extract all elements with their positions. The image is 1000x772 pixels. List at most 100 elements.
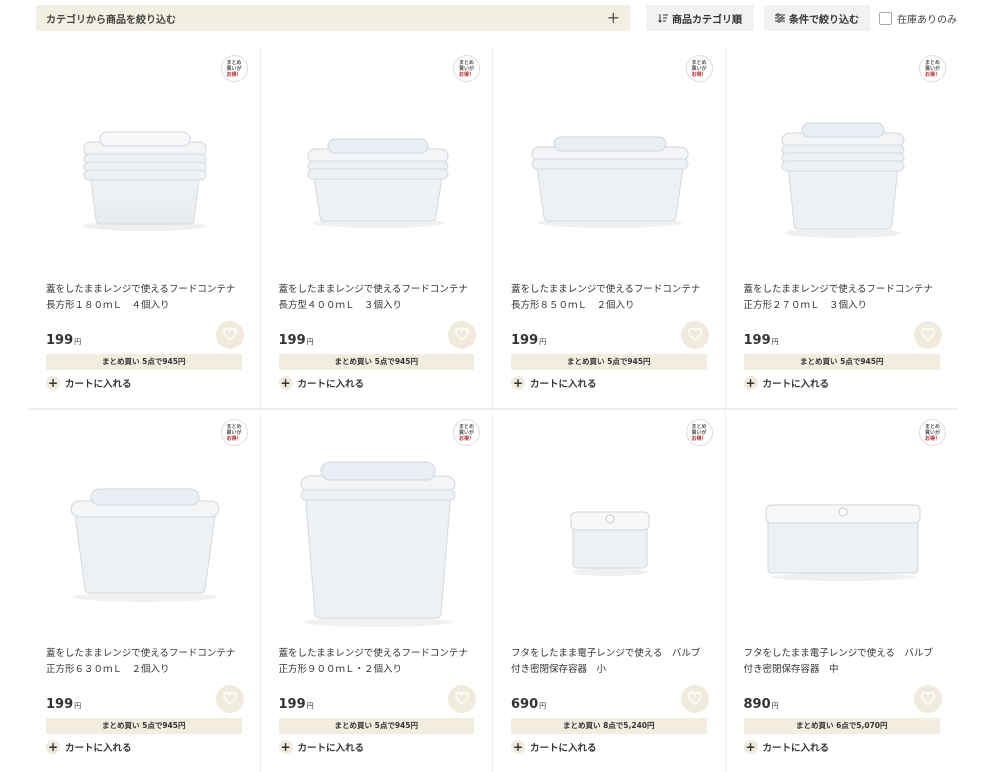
price-value: 199: [278, 333, 306, 348]
heart-icon: [455, 326, 469, 345]
in-stock-toggle[interactable]: 在庫ありのみ: [879, 11, 957, 26]
product-price: 199円: [46, 697, 81, 712]
product-price: 199円: [46, 333, 81, 348]
product-price: 690円: [511, 697, 546, 712]
product-price: 199円: [279, 697, 314, 712]
category-filter-accordion[interactable]: カテゴリから商品を絞り込む +: [36, 5, 630, 31]
bulk-purchase-label: まとめ買い 8点で5,240円: [511, 718, 707, 734]
product-card[interactable]: まとめ 買いが お得！ フタをしたまま電子レンジで使える バルブ 付き密閉保存容…: [726, 410, 959, 772]
favorite-button[interactable]: [215, 685, 244, 713]
bulk-purchase-label: まとめ買い 5点で945円: [46, 718, 242, 734]
in-stock-checkbox[interactable]: [879, 11, 892, 25]
product-image[interactable]: [513, 76, 707, 276]
favorite-button[interactable]: [680, 685, 709, 713]
heart-icon: [921, 326, 935, 345]
product-price: 199円: [511, 333, 546, 348]
product-row: まとめ 買いが お得！ 蓋をしたままレンジで使えるフードコンテナ 正方形６３０ｍ…: [28, 408, 958, 772]
product-card[interactable]: まとめ 買いが お得！ 蓋をしたままレンジで使えるフードコンテナ 正方形９００ｍ…: [261, 410, 493, 772]
favorite-button[interactable]: [448, 685, 476, 713]
bulk-purchase-label: まとめ買い 5点で945円: [743, 354, 940, 370]
plus-icon: +: [278, 740, 293, 754]
sort-label: 商品カテゴリ順: [672, 14, 742, 26]
product-name[interactable]: 蓋をしたままレンジで使えるフードコンテナ 長方型４００ｍＬ ３個入り: [279, 282, 471, 314]
product-card[interactable]: まとめ 買いが お得！ 蓋をしたままレンジで使えるフードコンテナ 正方形２７０ｍ…: [726, 46, 959, 408]
condition-filter-label: 条件で絞り込む: [789, 14, 859, 26]
add-to-cart-button[interactable]: + カートに入れる: [743, 740, 830, 754]
add-to-cart-label: カートに入れる: [762, 379, 830, 390]
product-row: まとめ 買いが お得！ 蓋をしたままレンジで使えるフードコンテナ 長方形１８０ｍ…: [28, 46, 958, 408]
price-unit: 円: [771, 702, 779, 710]
product-name[interactable]: フタをしたまま電子レンジで使える バルブ 付き密閉保存容器 中: [744, 646, 937, 678]
plus-icon: +: [743, 376, 758, 390]
bulk-purchase-label: まとめ買い 5点で945円: [511, 354, 707, 370]
heart-icon: [222, 326, 237, 345]
product-card[interactable]: まとめ 買いが お得！ 蓋をしたままレンジで使えるフードコンテナ 正方形６３０ｍ…: [28, 410, 261, 772]
product-price: 199円: [279, 333, 314, 348]
add-to-cart-label: カートに入れる: [530, 379, 597, 390]
add-to-cart-button[interactable]: + カートに入れる: [278, 376, 365, 390]
category-filter-label: カテゴリから商品を絞り込む: [46, 14, 176, 26]
product-card[interactable]: まとめ 買いが お得！ フタをしたまま電子レンジで使える バルブ 付き密閉保存容…: [493, 410, 726, 772]
favorite-button[interactable]: [680, 321, 709, 349]
heart-icon: [687, 690, 702, 709]
add-to-cart-button[interactable]: + カートに入れる: [511, 376, 597, 390]
bulk-purchase-label: まとめ買い 6点で5,070円: [743, 718, 940, 734]
add-to-cart-button[interactable]: + カートに入れる: [46, 376, 132, 390]
product-card[interactable]: まとめ 買いが お得！ 蓋をしたままレンジで使えるフードコンテナ 長方形１８０ｍ…: [28, 46, 261, 408]
add-to-cart-button[interactable]: + カートに入れる: [46, 740, 132, 754]
add-to-cart-button[interactable]: + カートに入れる: [278, 740, 365, 754]
product-image[interactable]: [746, 76, 940, 276]
product-image[interactable]: [281, 76, 475, 276]
plus-icon: +: [278, 376, 293, 390]
product-image[interactable]: [746, 440, 940, 640]
add-to-cart-label: カートに入れる: [65, 379, 132, 390]
add-to-cart-button[interactable]: + カートに入れる: [511, 740, 597, 754]
price-value: 890: [743, 697, 771, 712]
plus-icon: +: [46, 376, 60, 390]
plus-icon: +: [511, 740, 525, 754]
product-name[interactable]: 蓋をしたままレンジで使えるフードコンテナ 正方形６３０ｍＬ ２個入り: [46, 646, 238, 678]
add-to-cart-button[interactable]: + カートに入れる: [743, 376, 830, 390]
product-image[interactable]: [48, 76, 242, 276]
bulk-purchase-label: まとめ買い 5点で945円: [46, 354, 242, 370]
heart-icon: [222, 690, 237, 709]
price-value: 199: [743, 333, 771, 348]
product-name[interactable]: フタをしたまま電子レンジで使える バルブ 付き密閉保存容器 小: [511, 646, 703, 678]
condition-filter-button[interactable]: 条件で絞り込む: [764, 5, 870, 31]
sort-button[interactable]: 商品カテゴリ順: [646, 5, 754, 31]
price-value: 199: [278, 697, 306, 712]
product-name[interactable]: 蓋をしたままレンジで使えるフードコンテナ 長方形８５０ｍＬ ２個入り: [511, 282, 703, 314]
price-unit: 円: [306, 702, 314, 710]
add-to-cart-label: カートに入れる: [65, 743, 132, 754]
plus-icon: +: [511, 376, 525, 390]
heart-icon: [687, 326, 702, 345]
favorite-button[interactable]: [914, 685, 942, 713]
heart-icon: [455, 690, 469, 709]
sort-icon: [658, 14, 668, 23]
favorite-button[interactable]: [914, 321, 942, 349]
favorite-button[interactable]: [448, 321, 476, 349]
price-unit: 円: [306, 338, 314, 346]
product-name[interactable]: 蓋をしたままレンジで使えるフードコンテナ 長方形１８０ｍＬ ４個入り: [46, 282, 238, 314]
price-value: 199: [46, 697, 74, 712]
in-stock-label: 在庫ありのみ: [897, 14, 957, 26]
product-image[interactable]: [513, 440, 707, 640]
price-unit: 円: [539, 338, 547, 346]
favorite-button[interactable]: [215, 321, 244, 349]
add-to-cart-label: カートに入れる: [297, 743, 365, 754]
plus-icon: +: [743, 740, 758, 754]
product-card[interactable]: まとめ 買いが お得！ 蓋をしたままレンジで使えるフードコンテナ 長方型４００ｍ…: [261, 46, 493, 408]
add-to-cart-label: カートに入れる: [297, 379, 365, 390]
add-to-cart-label: カートに入れる: [530, 743, 597, 754]
product-image[interactable]: [48, 440, 242, 640]
price-value: 199: [511, 333, 539, 348]
product-price: 199円: [744, 333, 779, 348]
product-name[interactable]: 蓋をしたままレンジで使えるフードコンテナ 正方形９００ｍＬ・２個入り: [279, 646, 471, 678]
product-card[interactable]: まとめ 買いが お得！ 蓋をしたままレンジで使えるフードコンテナ 長方形８５０ｍ…: [493, 46, 726, 408]
price-unit: 円: [74, 338, 82, 346]
add-to-cart-label: カートに入れる: [762, 743, 830, 754]
price-value: 199: [46, 333, 74, 348]
product-image[interactable]: [281, 440, 475, 640]
product-price: 890円: [744, 697, 779, 712]
product-name[interactable]: 蓋をしたままレンジで使えるフードコンテナ 正方形２７０ｍＬ ３個入り: [744, 282, 937, 314]
